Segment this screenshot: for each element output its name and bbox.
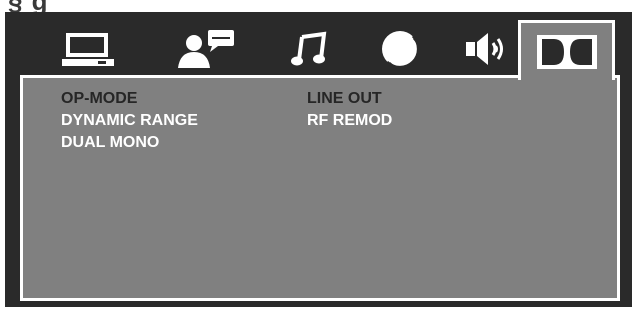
setup-tab-bar bbox=[5, 12, 632, 80]
dolby-digital-icon bbox=[536, 34, 597, 69]
tab-audio[interactable] bbox=[275, 24, 345, 74]
color-circle-icon bbox=[382, 31, 421, 70]
monitor-icon bbox=[62, 33, 114, 66]
menu-item-op-mode[interactable]: OP-MODE bbox=[61, 88, 198, 110]
tab-video[interactable] bbox=[365, 24, 435, 74]
option-line-out[interactable]: LINE OUT bbox=[307, 88, 392, 110]
dolby-settings-panel: OP-MODE DYNAMIC RANGE DUAL MONO LINE OUT… bbox=[20, 75, 620, 301]
tab-dolby-digital[interactable] bbox=[518, 20, 615, 80]
right-settings-column: LINE OUT RF REMOD bbox=[307, 88, 392, 132]
tab-speaker[interactable] bbox=[453, 24, 523, 74]
menu-item-dynamic-range[interactable]: DYNAMIC RANGE bbox=[61, 110, 198, 132]
speaker-person-icon bbox=[178, 30, 234, 68]
speaker-volume-icon bbox=[466, 33, 503, 65]
music-note-icon bbox=[291, 31, 327, 66]
tab-language[interactable] bbox=[171, 24, 241, 74]
tab-general[interactable] bbox=[53, 24, 123, 74]
option-rf-remod[interactable]: RF REMOD bbox=[307, 110, 392, 132]
left-settings-column: OP-MODE DYNAMIC RANGE DUAL MONO bbox=[61, 88, 198, 154]
menu-item-dual-mono[interactable]: DUAL MONO bbox=[61, 132, 198, 154]
